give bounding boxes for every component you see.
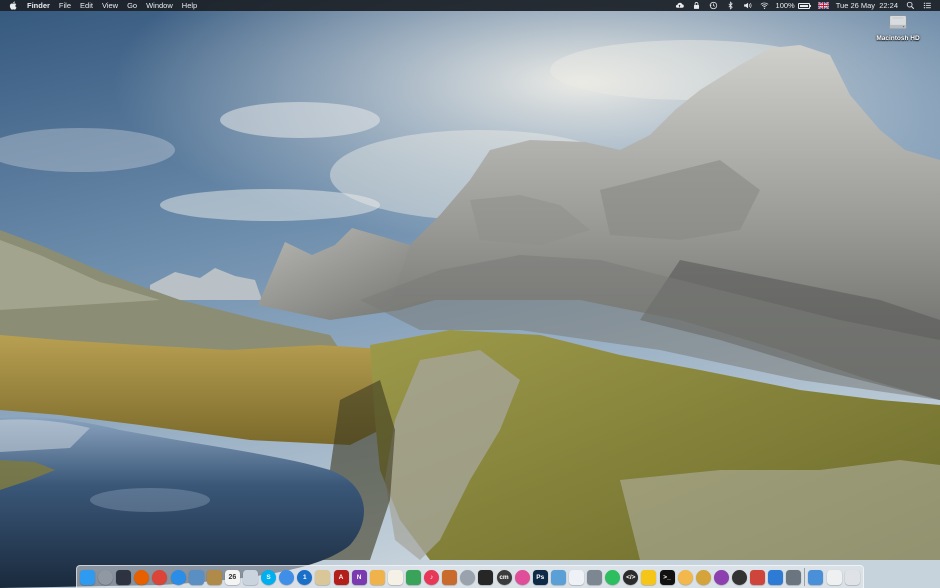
dock-item-numbers[interactable] bbox=[405, 569, 421, 585]
code-brackets-icon: </> bbox=[626, 573, 636, 581]
dock-item-onenote[interactable]: N bbox=[351, 569, 367, 585]
menu-app-finder[interactable]: Finder bbox=[27, 0, 50, 11]
menu-go[interactable]: Go bbox=[127, 0, 137, 11]
dock-item-calendar[interactable]: 26 bbox=[224, 569, 240, 585]
dock-item-text-editor[interactable] bbox=[387, 569, 403, 585]
dock-item-messages[interactable] bbox=[279, 569, 295, 585]
menu-clock[interactable]: Tue 26 May 22:24 bbox=[836, 0, 898, 11]
menu-view[interactable]: View bbox=[102, 0, 118, 11]
dock-item-itunes[interactable]: ♪ bbox=[424, 569, 440, 585]
dock-item-podcast[interactable] bbox=[713, 569, 729, 585]
dock-item-firefox[interactable] bbox=[134, 569, 150, 585]
list-icon[interactable] bbox=[923, 1, 932, 10]
dock-item-safari[interactable] bbox=[170, 569, 186, 585]
cmd-icon: cm bbox=[499, 573, 509, 581]
dock-item-terminal[interactable]: >_ bbox=[659, 569, 675, 585]
menu-window[interactable]: Window bbox=[146, 0, 173, 11]
time-machine-icon[interactable] bbox=[709, 1, 718, 10]
desktop-icon-macintosh-hd[interactable]: Macintosh HD bbox=[870, 12, 926, 42]
wifi-icon[interactable] bbox=[760, 1, 769, 10]
dock-item-color-picker[interactable] bbox=[514, 569, 530, 585]
dock-item-disk-utility[interactable] bbox=[460, 569, 476, 585]
flag-uk-icon[interactable] bbox=[817, 2, 829, 9]
dock-item-screen-sharing[interactable] bbox=[750, 569, 766, 585]
menu-file[interactable]: File bbox=[59, 0, 71, 11]
apple-icon[interactable] bbox=[9, 1, 17, 10]
dock-item-coda[interactable]: </> bbox=[623, 569, 639, 585]
desktop-wallpaper bbox=[0, 0, 940, 588]
macintosh-hd-icon bbox=[889, 15, 907, 29]
dock-item-photoshop[interactable]: Ps bbox=[532, 569, 548, 585]
dock-item-tes[interactable] bbox=[369, 569, 385, 585]
desktop-icon-label: Macintosh HD bbox=[876, 35, 920, 42]
dock-item-launchpad[interactable] bbox=[98, 569, 114, 585]
battery-percent: 100% bbox=[775, 1, 795, 10]
dock-item-utility[interactable] bbox=[442, 569, 458, 585]
dock-item-1password[interactable]: 1 bbox=[297, 569, 313, 585]
dock-item-skype[interactable]: S bbox=[261, 569, 277, 585]
dock-item-cyberduck[interactable] bbox=[641, 569, 657, 585]
volume-icon[interactable] bbox=[743, 1, 752, 10]
battery-fill bbox=[799, 4, 808, 7]
dock-item-photos-viewer[interactable] bbox=[242, 569, 258, 585]
dock-item-xcode[interactable] bbox=[768, 569, 784, 585]
dock-item-clapper[interactable] bbox=[478, 569, 494, 585]
dock-separator bbox=[804, 568, 806, 586]
dock-item-mail-stamp[interactable] bbox=[315, 569, 331, 585]
dock-item-script-editor[interactable] bbox=[550, 569, 566, 585]
dock-item-keyboard[interactable] bbox=[786, 569, 802, 585]
dock-item-github[interactable] bbox=[731, 569, 747, 585]
skype-icon: S bbox=[266, 573, 271, 581]
keyhole-icon: 1 bbox=[303, 573, 307, 581]
dock-item-stacks[interactable] bbox=[695, 569, 711, 585]
dock-item-cmd[interactable]: cm bbox=[496, 569, 512, 585]
dock-item-trash[interactable] bbox=[844, 569, 860, 585]
music-note-icon: ♪ bbox=[429, 573, 434, 581]
search-icon[interactable] bbox=[906, 1, 915, 10]
bluetooth-icon[interactable] bbox=[726, 1, 735, 10]
desktop-screen: Finder File Edit View Go Window Help 100… bbox=[0, 0, 940, 588]
acrobat-icon: A bbox=[338, 573, 344, 581]
menu-bar: Finder File Edit View Go Window Help 100… bbox=[0, 0, 940, 11]
dock-item-downloads[interactable] bbox=[808, 569, 824, 585]
menu-edit[interactable]: Edit bbox=[80, 0, 93, 11]
dock-item-documents[interactable] bbox=[826, 569, 842, 585]
terminal-icon: >_ bbox=[663, 573, 671, 581]
dock-item-acrobat[interactable]: A bbox=[333, 569, 349, 585]
dock-item-finder[interactable] bbox=[80, 569, 95, 585]
menu-help[interactable]: Help bbox=[182, 0, 197, 11]
onenote-icon: N bbox=[356, 573, 362, 581]
dock-item-notes-app[interactable] bbox=[206, 569, 222, 585]
cloud-upload-icon[interactable] bbox=[675, 1, 684, 10]
dock-item-chrome[interactable] bbox=[152, 569, 168, 585]
lock-icon[interactable] bbox=[692, 1, 701, 10]
calendar-icon: 26 bbox=[228, 573, 237, 581]
dock-item-preview[interactable] bbox=[188, 569, 204, 585]
dock-item-transmit[interactable] bbox=[677, 569, 693, 585]
dock: 26 S 1 A N ♪ cm Ps </> >_ bbox=[76, 565, 864, 588]
photoshop-icon: Ps bbox=[536, 573, 545, 581]
dock-item-evernote[interactable] bbox=[605, 569, 621, 585]
battery-status[interactable]: 100% bbox=[775, 0, 812, 11]
dock-item-system-prefs[interactable] bbox=[587, 569, 603, 585]
dock-item-textedit[interactable] bbox=[568, 569, 584, 585]
dock-item-mission-control[interactable] bbox=[116, 569, 132, 585]
battery-icon bbox=[797, 2, 812, 9]
